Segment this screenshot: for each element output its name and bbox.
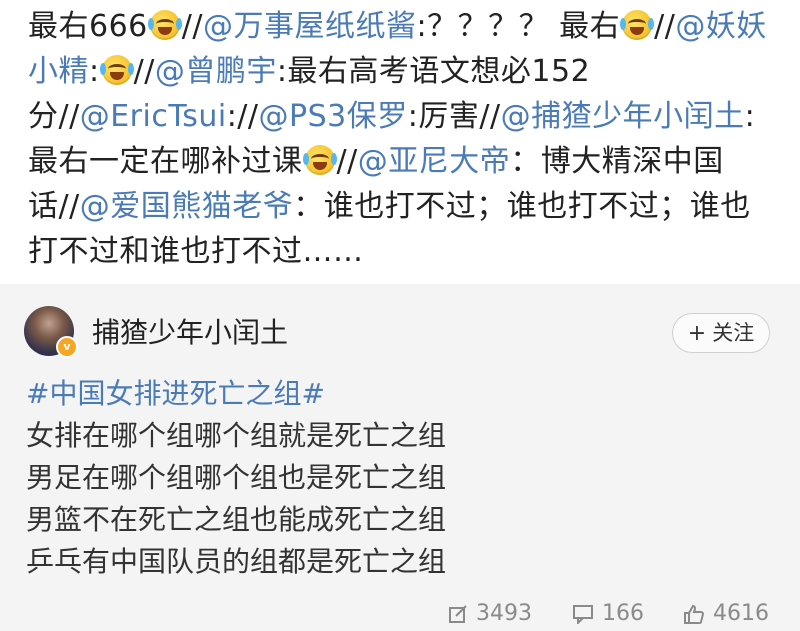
post-actions: 3493 166 4616 — [0, 601, 800, 631]
follow-button[interactable]: + 关注 — [672, 313, 770, 353]
comment-button[interactable]: 166 — [572, 601, 644, 626]
repost-button[interactable]: 3493 — [448, 601, 532, 626]
verified-badge-icon: v — [56, 336, 78, 358]
repost-count: 3493 — [476, 601, 532, 626]
thumbs-up-icon — [684, 604, 705, 624]
comment-icon — [573, 604, 593, 624]
comment-count: 166 — [602, 601, 644, 626]
laughing-tears-emoji-icon — [147, 10, 182, 40]
repost-text-segment: // — [654, 9, 676, 44]
mention-link[interactable]: @爱国熊猫老爷 — [80, 189, 294, 224]
post-line-3: 男篮不在死亡之组也能成死亡之组 — [26, 503, 447, 536]
repost-icon — [449, 604, 467, 623]
follow-label: 关注 — [712, 321, 755, 345]
post-body: #中国女排进死亡之组# 女排在哪个组哪个组就是死亡之组 男足在哪个组哪个组也是死… — [26, 373, 770, 583]
like-button[interactable]: 4616 — [683, 601, 769, 626]
post-line-4: 乒乓有中国队员的组都是死亡之组 — [26, 545, 447, 578]
mention-link[interactable]: @捕猹少年小闰土 — [501, 99, 745, 134]
repost-text-segment: : — [89, 54, 100, 89]
laughing-tears-emoji-icon — [620, 10, 655, 40]
repost-text-segment: // — [336, 144, 358, 179]
avatar[interactable]: v — [24, 306, 78, 358]
repost-text: 最右666//@万事屋纸纸酱:？？？？ 最右//@妖妖小精://@曾鹏宇:最右高… — [0, 0, 800, 284]
repost-text-segment: :？？？？ 最右 — [416, 9, 621, 44]
mention-link[interactable]: @亚尼大帝 — [358, 144, 511, 179]
post-header: v 捕猹少年小闰土 — [24, 305, 288, 358]
plus-icon: + — [687, 321, 707, 346]
original-post-card: v 捕猹少年小闰土 + 关注 #中国女排进死亡之组# 女排在哪个组哪个组就是死亡之… — [0, 289, 800, 626]
repost-text-segment: // — [181, 9, 203, 44]
laughing-tears-emoji-icon — [99, 55, 134, 85]
post-username[interactable]: 捕猹少年小闰土 — [92, 311, 288, 351]
repost-text-segment: 最右666 — [28, 9, 148, 44]
repost-text-segment: :厉害// — [407, 99, 501, 134]
repost-text-segment: // — [133, 54, 155, 89]
repost-text-segment: :// — [226, 99, 259, 134]
topic-tag[interactable]: #中国女排进死亡之组# — [26, 373, 770, 415]
mention-link[interactable]: @万事屋纸纸酱 — [203, 9, 417, 44]
post-line-1: 女排在哪个组哪个组就是死亡之组 — [26, 419, 447, 452]
mention-link[interactable]: @EricTsui — [80, 99, 227, 134]
post-line-2: 男足在哪个组哪个组也是死亡之组 — [26, 461, 447, 494]
mention-link[interactable]: @PS3保罗 — [259, 99, 408, 134]
like-count: 4616 — [713, 601, 769, 626]
laughing-tears-emoji-icon — [302, 145, 337, 175]
mention-link[interactable]: @曾鹏宇 — [155, 54, 277, 89]
